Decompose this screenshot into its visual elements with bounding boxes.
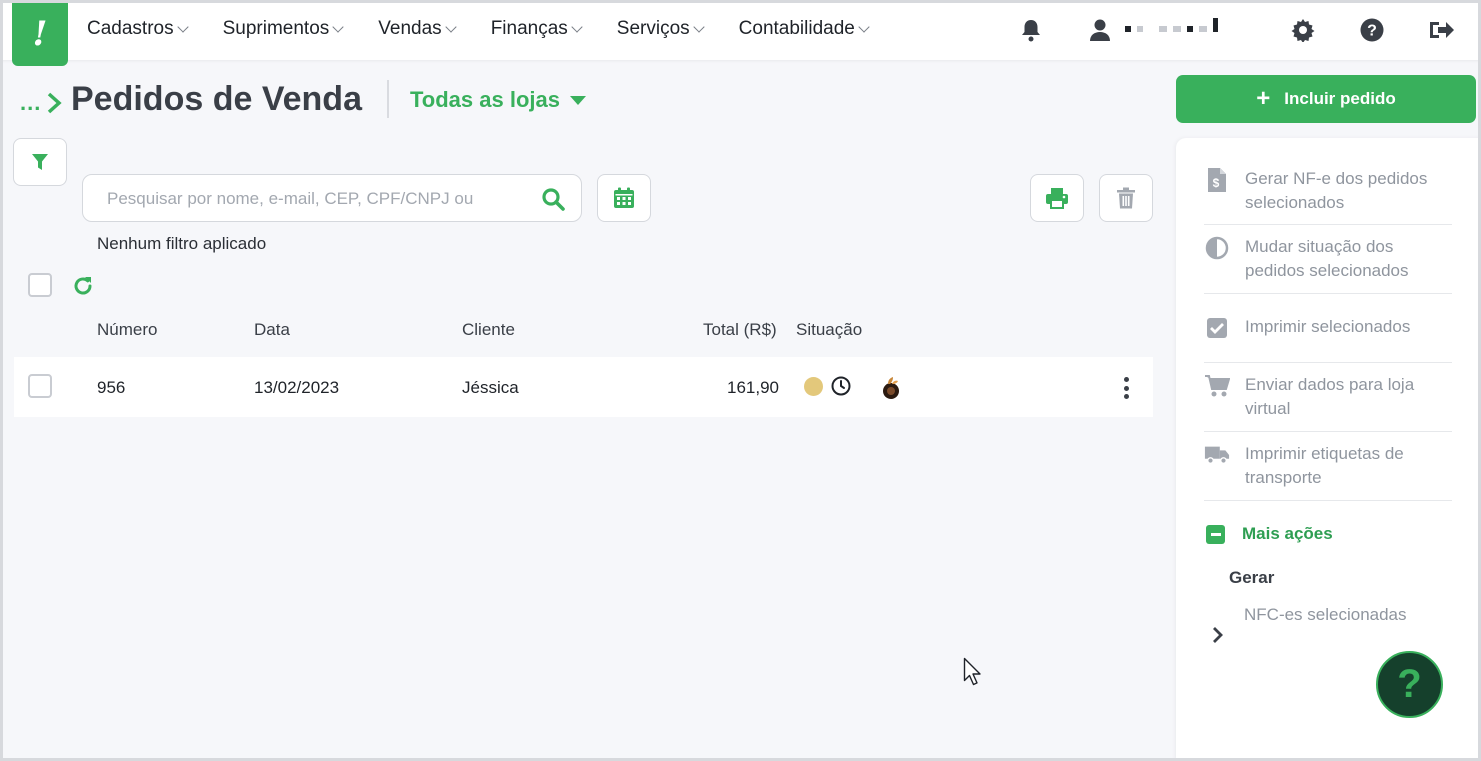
include-order-label: Incluir pedido [1284, 89, 1396, 108]
action-print-selected[interactable]: Imprimir selecionados [1204, 315, 1452, 341]
action-change-status-label: Mudar situação dos pedidos selecionados [1245, 237, 1409, 280]
check-square-icon [1204, 315, 1230, 341]
action-print-selected-label: Imprimir selecionados [1245, 317, 1411, 336]
logout-icon[interactable] [1428, 17, 1454, 43]
action-print-shipping-labels[interactable]: Imprimir etiquetas de transporte [1204, 442, 1452, 490]
trash-icon [1117, 187, 1135, 209]
cart-icon [1204, 373, 1230, 399]
action-print-shipping-labels-label: Imprimir etiquetas de transporte [1245, 444, 1404, 487]
action-generate-nfce[interactable]: NFC-es selecionadas [1244, 605, 1407, 625]
app-logo[interactable]: ! [12, 2, 68, 66]
help-icon[interactable]: ? [1359, 17, 1385, 43]
store-select-label: Todas as lojas [410, 87, 560, 112]
divider [1204, 500, 1452, 501]
chevron-down-icon [858, 21, 870, 33]
menu-suprimentos-label: Suprimentos [222, 18, 330, 39]
search-box [82, 174, 582, 222]
column-header-numero[interactable]: Número [97, 320, 157, 340]
menu-vendas-label: Vendas [378, 18, 442, 39]
menu-contabilidade-label: Contabilidade [738, 18, 855, 39]
mouse-cursor-icon [963, 657, 983, 692]
plus-icon: + [1256, 85, 1271, 112]
divider [1204, 224, 1452, 225]
breadcrumb-ellipsis[interactable]: ... [20, 90, 41, 116]
help-glyph: ? [1397, 662, 1422, 706]
user-icon[interactable] [1087, 17, 1113, 43]
menu-financas[interactable]: Finanças [490, 18, 583, 40]
chevron-down-icon [176, 21, 189, 33]
chevron-down-icon [692, 21, 705, 33]
order-date: 13/02/2023 [254, 378, 340, 397]
logo-glyph: ! [32, 14, 48, 54]
column-header-situacao[interactable]: Situação [796, 320, 862, 340]
action-change-status[interactable]: Mudar situação dos pedidos selecionados [1204, 235, 1452, 283]
bell-icon[interactable] [1018, 17, 1044, 43]
more-actions-toggle[interactable]: Mais ações [1206, 524, 1333, 544]
status-dot [804, 377, 823, 396]
row-actions-kebab-icon[interactable] [1123, 377, 1129, 399]
delete-button[interactable] [1099, 174, 1153, 222]
chevron-right-icon [46, 92, 62, 119]
gear-icon[interactable] [1290, 17, 1316, 43]
invoice-icon: $ [1204, 167, 1230, 193]
marketplace-logo-icon [880, 375, 902, 406]
top-navbar: ! Cadastros Suprimentos Vendas Finanças … [0, 0, 1481, 66]
svg-text:?: ? [1367, 23, 1377, 40]
store-select[interactable]: Todas as lojas [410, 87, 586, 113]
search-icon[interactable] [541, 187, 565, 216]
chevron-down-icon [445, 21, 457, 33]
table-row[interactable] [14, 357, 1153, 417]
order-client: Jéssica [462, 378, 519, 397]
include-order-button[interactable]: + Incluir pedido [1176, 75, 1476, 123]
filter-button[interactable] [13, 138, 67, 186]
user-name-redacted[interactable] [1125, 18, 1218, 37]
divider [1204, 431, 1452, 432]
chevron-down-icon [571, 21, 583, 33]
svg-text:$: $ [1213, 176, 1220, 190]
column-header-total[interactable]: Total (R$) [703, 320, 777, 340]
menu-suprimentos[interactable]: Suprimentos [222, 18, 344, 40]
chevron-right-icon[interactable] [1212, 626, 1224, 649]
menu-financas-label: Finanças [490, 18, 568, 39]
order-total: 161,90 [727, 378, 779, 397]
select-all-checkbox[interactable] [28, 273, 52, 297]
half-circle-icon [1204, 235, 1230, 261]
calendar-icon [614, 187, 634, 208]
menu-contabilidade[interactable]: Contabilidade [738, 18, 870, 40]
filter-icon [32, 154, 48, 170]
collapse-square-icon [1206, 524, 1225, 544]
help-chat-button[interactable]: ? [1376, 651, 1443, 718]
divider [1204, 362, 1452, 363]
truck-icon [1204, 442, 1230, 468]
menu-vendas[interactable]: Vendas [378, 18, 457, 40]
more-actions-label: Mais ações [1242, 524, 1333, 543]
action-send-virtual-store-label: Enviar dados para loja virtual [1245, 375, 1415, 418]
clock-icon [831, 376, 851, 401]
chevron-down-icon [332, 21, 344, 33]
printer-icon [1046, 188, 1068, 209]
print-button[interactable] [1030, 174, 1084, 222]
column-header-cliente[interactable]: Cliente [462, 320, 515, 340]
row-checkbox[interactable] [28, 374, 52, 398]
menu-servicos-label: Serviços [616, 18, 690, 39]
title-divider [387, 80, 389, 118]
divider [1204, 293, 1452, 294]
menu-cadastros-label: Cadastros [87, 18, 174, 39]
search-input[interactable] [107, 187, 517, 211]
column-header-data[interactable]: Data [254, 320, 290, 340]
action-generate-nfe-label: Gerar NF-e dos pedidos selecionados [1245, 169, 1428, 212]
action-send-virtual-store[interactable]: Enviar dados para loja virtual [1204, 373, 1452, 421]
menu-servicos[interactable]: Serviços [616, 18, 705, 40]
section-label-generate: Gerar [1229, 568, 1275, 587]
page-title: Pedidos de Venda [71, 80, 362, 118]
filter-status-text: Nenhum filtro aplicado [97, 234, 267, 253]
main-menu: Cadastros Suprimentos Vendas Finanças Se… [87, 18, 904, 40]
refresh-icon[interactable] [71, 274, 95, 303]
calendar-button[interactable] [597, 174, 651, 222]
caret-down-icon [569, 95, 586, 105]
order-number[interactable]: 956 [97, 378, 125, 398]
action-generate-nfe[interactable]: $ Gerar NF-e dos pedidos selecionados [1204, 167, 1452, 215]
menu-cadastros[interactable]: Cadastros [87, 18, 189, 40]
